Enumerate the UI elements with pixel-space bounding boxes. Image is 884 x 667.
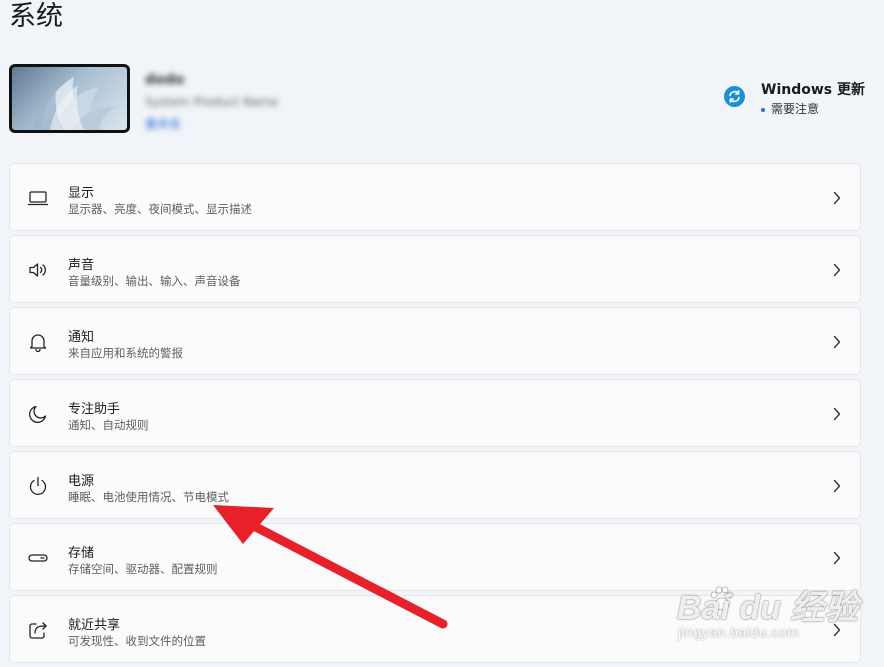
speaker-icon — [29, 263, 46, 277]
settings-item-desc: 音量级别、输出、输入、声音设备 — [68, 274, 241, 288]
settings-item-title: 显示 — [68, 186, 95, 201]
device-model: System Product Name — [145, 95, 279, 109]
settings-item-sound[interactable]: 声音 音量级别、输出、输入、声音设备 — [9, 235, 861, 303]
bell-icon — [29, 334, 47, 353]
monitor-icon — [27, 191, 49, 206]
settings-item-title: 声音 — [68, 258, 95, 273]
settings-item-title: 电源 — [68, 474, 95, 489]
windows-update-title[interactable]: Windows 更新 — [761, 79, 865, 99]
chevron-right-icon — [833, 551, 841, 565]
rename-link[interactable]: 重命名 — [145, 115, 181, 132]
power-icon — [29, 476, 47, 495]
share-icon — [29, 622, 47, 639]
drive-icon — [28, 554, 48, 562]
chevron-right-icon — [833, 335, 841, 349]
settings-item-focus-assist[interactable]: 专注助手 通知、自动规则 — [9, 379, 861, 447]
chevron-right-icon — [833, 479, 841, 493]
settings-item-desc: 来自应用和系统的警报 — [68, 346, 183, 360]
page-title: 系统 — [9, 1, 63, 32]
moon-icon — [29, 405, 47, 423]
windows-update-status: 需要注意 — [761, 100, 819, 117]
settings-item-title: 专注助手 — [68, 402, 121, 417]
settings-item-title: 就近共享 — [68, 618, 121, 633]
settings-item-desc: 存储空间、驱动器、配置规则 — [68, 562, 218, 576]
watermark-url: jingyan.baidu.com — [678, 624, 800, 640]
device-name: dodo — [145, 72, 185, 88]
settings-item-desc: 睡眠、电池使用情况、节电模式 — [68, 490, 229, 504]
settings-item-desc: 显示器、亮度、夜间模式、显示描述 — [68, 202, 252, 216]
device-thumbnail[interactable] — [9, 64, 130, 133]
watermark: Bai du 经验 jingyan.baidu.com — [655, 578, 880, 662]
chevron-right-icon — [833, 191, 841, 205]
settings-item-power[interactable]: 电源 睡眠、电池使用情况、节电模式 — [9, 451, 861, 519]
wallpaper-bloom-image — [32, 77, 116, 130]
settings-item-desc: 通知、自动规则 — [68, 418, 149, 432]
settings-item-title: 通知 — [68, 330, 95, 345]
status-dot-icon — [761, 107, 765, 112]
watermark-logo-text: Bai du 经验 — [677, 589, 859, 627]
sync-icon[interactable] — [724, 86, 745, 107]
settings-item-title: 存储 — [68, 546, 95, 561]
settings-item-display[interactable]: 显示 显示器、亮度、夜间模式、显示描述 — [9, 163, 861, 231]
settings-item-desc: 可发现性、收到文件的位置 — [68, 634, 206, 648]
windows-update-status-text: 需要注意 — [771, 102, 820, 116]
chevron-right-icon — [833, 263, 841, 277]
chevron-right-icon — [833, 407, 841, 421]
settings-item-notifications[interactable]: 通知 来自应用和系统的警报 — [9, 307, 861, 375]
